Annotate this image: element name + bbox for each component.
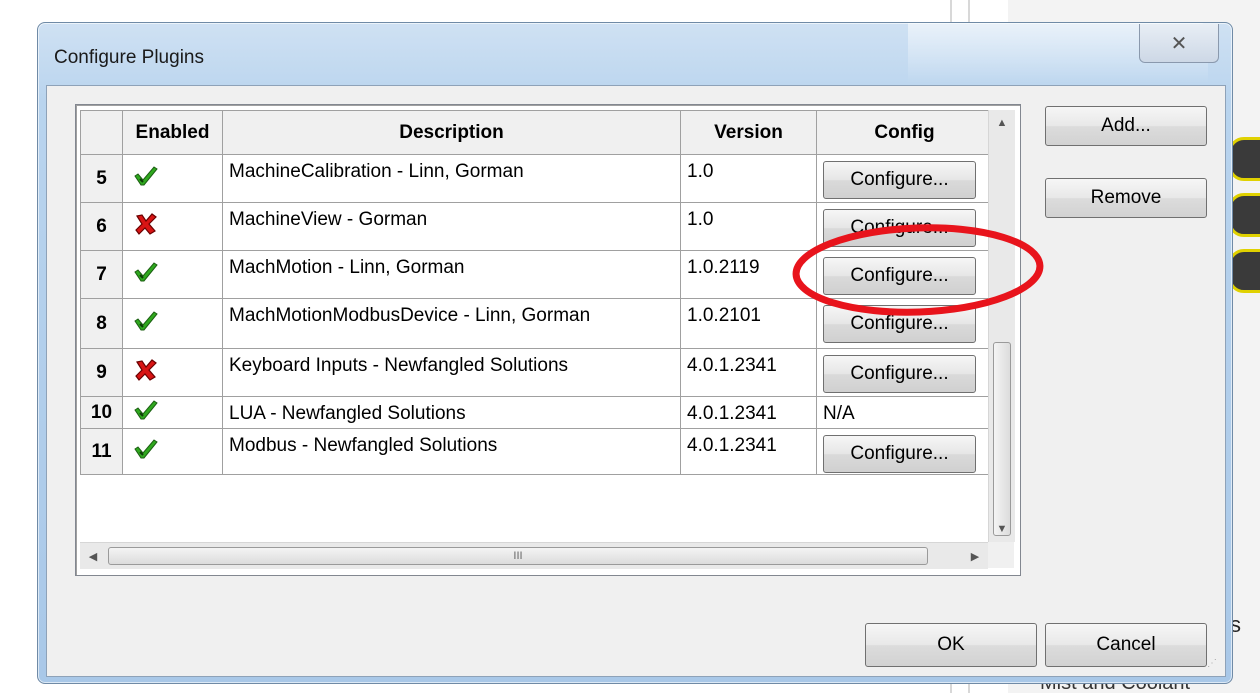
table-row[interactable]: 11 Modbus - Newfangled Solutions 4.0.1.234… (80, 428, 993, 475)
resize-grip-icon[interactable]: ⋰ (1207, 658, 1221, 672)
scroll-left-arrow-icon[interactable]: ◀ (80, 543, 106, 569)
config-cell: Configure... (816, 250, 993, 299)
description-cell: LUA - Newfangled Solutions (222, 396, 681, 429)
version-cell: 4.0.1.2341 (680, 396, 817, 429)
ok-button[interactable]: OK (865, 623, 1037, 667)
row-number[interactable]: 10 (80, 396, 123, 429)
row-number[interactable]: 8 (80, 298, 123, 349)
row-number[interactable]: 6 (80, 202, 123, 251)
scrollbar-corner (988, 542, 1014, 568)
green-check-icon[interactable] (133, 261, 159, 283)
red-x-icon[interactable] (133, 212, 159, 235)
row-number[interactable]: 5 (80, 154, 123, 203)
scroll-up-arrow-icon[interactable]: ▲ (989, 110, 1015, 136)
configure-button[interactable]: Configure... (823, 257, 976, 295)
column-header-config[interactable]: Config (816, 110, 993, 155)
cancel-button[interactable]: Cancel (1045, 623, 1207, 667)
vertical-scroll-thumb[interactable] (993, 342, 1011, 536)
config-cell: Configure... (816, 154, 993, 203)
scroll-right-arrow-icon[interactable]: ▶ (962, 543, 988, 569)
version-cell: 1.0.2119 (680, 250, 817, 299)
configure-button[interactable]: Configure... (823, 161, 976, 199)
config-cell: N/A (816, 396, 993, 429)
config-na-label: N/A (823, 403, 855, 424)
description-cell: Modbus - Newfangled Solutions (222, 428, 681, 475)
row-number[interactable]: 7 (80, 250, 123, 299)
version-cell: 1.0.2101 (680, 298, 817, 349)
horizontal-scroll-thumb[interactable]: III (108, 547, 928, 565)
green-check-icon[interactable] (133, 310, 159, 332)
scroll-grip-icon: III (513, 550, 523, 562)
row-number[interactable]: 11 (80, 428, 123, 475)
description-cell: MachineCalibration - Linn, Gorman (222, 154, 681, 203)
green-check-icon[interactable] (133, 399, 159, 421)
add-button[interactable]: Add... (1045, 106, 1207, 146)
close-icon: ✕ (1170, 32, 1188, 55)
version-cell: 4.0.1.2341 (680, 348, 817, 397)
config-cell: Configure... (816, 428, 993, 475)
header-row: Enabled Description Version Config (80, 110, 993, 155)
dialog-title: Configure Plugins (54, 47, 204, 68)
enabled-cell[interactable] (122, 154, 223, 203)
config-cell: Configure... (816, 202, 993, 251)
config-cell: Configure... (816, 298, 993, 349)
version-cell: 1.0 (680, 202, 817, 251)
table-row[interactable]: 9 Keyboard Inputs - Newfangled Solutions 4… (80, 348, 993, 397)
column-header-description[interactable]: Description (222, 110, 681, 155)
vertical-scrollbar[interactable]: ▲ ▼ (988, 110, 1015, 542)
enabled-cell[interactable] (122, 298, 223, 349)
table-row[interactable]: 8 MachMotionModbusDevice - Linn, Gorman 1.… (80, 298, 993, 349)
configure-button[interactable]: Configure... (823, 355, 976, 393)
enabled-cell[interactable] (122, 202, 223, 251)
green-check-icon[interactable] (133, 165, 159, 187)
configure-button[interactable]: Configure... (823, 435, 976, 473)
enabled-cell[interactable] (122, 396, 223, 429)
config-cell: Configure... (816, 348, 993, 397)
table-row[interactable]: 10 LUA - Newfangled Solutions 4.0.1.2341 N/… (80, 396, 993, 429)
green-check-icon[interactable] (133, 438, 159, 460)
red-x-icon[interactable] (133, 358, 159, 381)
configure-button[interactable]: Configure... (823, 305, 976, 343)
enabled-cell[interactable] (122, 250, 223, 299)
description-cell: MachMotionModbusDevice - Linn, Gorman (222, 298, 681, 349)
horizontal-scrollbar[interactable]: ◀ III ▶ (80, 542, 988, 569)
remove-button[interactable]: Remove (1045, 178, 1207, 218)
column-header-enabled[interactable]: Enabled (122, 110, 223, 155)
table-row[interactable]: 7 MachMotion - Linn, Gorman 1.0.2119 Config… (80, 250, 993, 299)
version-cell: 1.0 (680, 154, 817, 203)
table-row[interactable]: 5 MachineCalibration - Linn, Gorman 1.0 Con… (80, 154, 993, 203)
table-row[interactable]: 6 MachineView - Gorman 1.0 Configure... (80, 202, 993, 251)
version-cell: 4.0.1.2341 (680, 428, 817, 475)
plugins-table: Enabled Description Version Config 5 Mach… (80, 110, 993, 475)
enabled-cell[interactable] (122, 348, 223, 397)
enabled-cell[interactable] (122, 428, 223, 475)
description-cell: MachineView - Gorman (222, 202, 681, 251)
description-cell: Keyboard Inputs - Newfangled Solutions (222, 348, 681, 397)
description-cell: MachMotion - Linn, Gorman (222, 250, 681, 299)
configure-plugins-dialog: Configure Plugins ✕ Enabled Description (37, 22, 1233, 684)
row-number[interactable]: 9 (80, 348, 123, 397)
dialog-client-area: Enabled Description Version Config 5 Mach… (46, 85, 1226, 677)
column-header-rownum[interactable] (80, 110, 123, 155)
column-header-version[interactable]: Version (680, 110, 817, 155)
scroll-down-arrow-icon[interactable]: ▼ (989, 516, 1015, 542)
plugins-grid: Enabled Description Version Config 5 Mach… (75, 104, 1021, 576)
configure-button[interactable]: Configure... (823, 209, 976, 247)
close-button[interactable]: ✕ (1139, 24, 1219, 63)
